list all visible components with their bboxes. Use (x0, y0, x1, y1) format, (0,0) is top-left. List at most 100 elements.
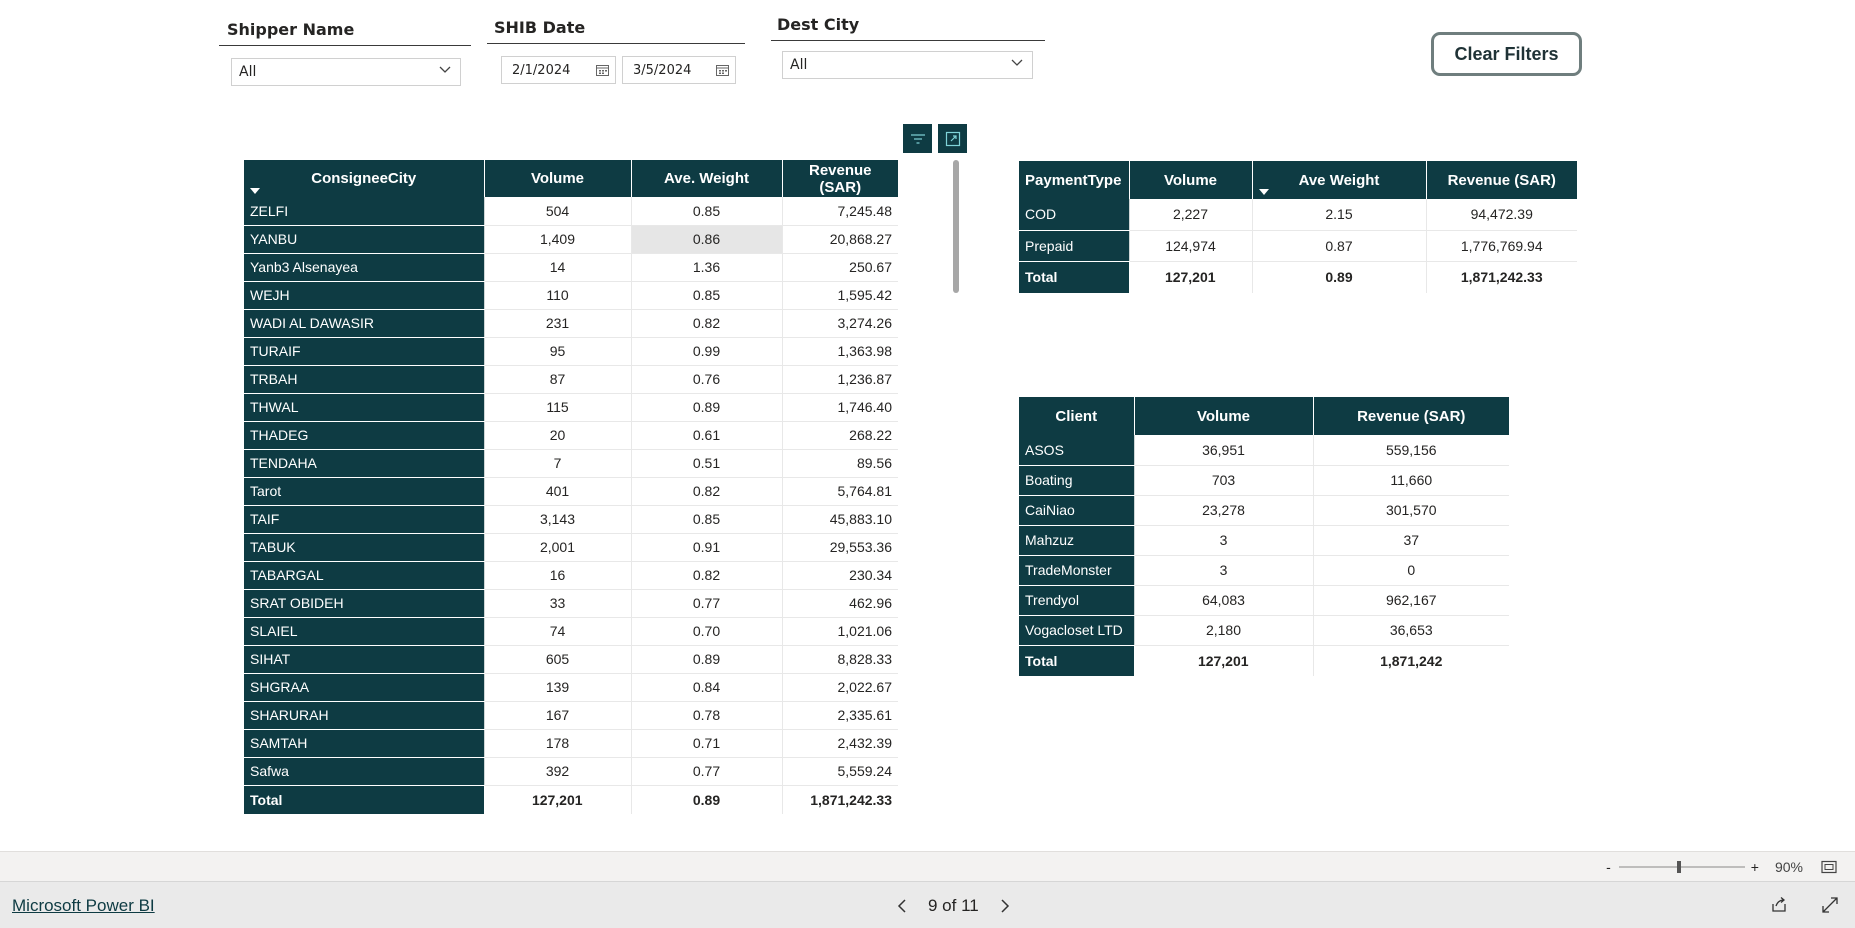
column-header-volume[interactable]: Volume (484, 160, 632, 197)
table-cell[interactable]: 2,227 (1129, 199, 1253, 231)
table-cell[interactable]: 3 (1134, 525, 1314, 556)
table-row[interactable]: WADI AL DAWASIR 231 0.82 3,274.26 (244, 309, 898, 338)
table-cell[interactable]: 110 (484, 281, 632, 310)
row-header-cell[interactable]: Vogacloset LTD (1019, 615, 1135, 646)
zoom-slider[interactable] (1617, 860, 1747, 874)
table-row[interactable]: Tarot 401 0.82 5,764.81 (244, 477, 898, 506)
column-header-revenue[interactable]: Revenue (SAR) (782, 160, 898, 197)
table-cell[interactable]: 178 (484, 729, 632, 758)
column-header-volume[interactable]: Volume (1134, 397, 1314, 435)
row-header-cell[interactable]: SHGRAA (244, 673, 485, 702)
table-cell[interactable]: 0.82 (631, 561, 783, 590)
table-cell[interactable]: 45,883.10 (782, 505, 898, 534)
row-header-cell[interactable]: Boating (1019, 465, 1135, 496)
zoom-in-button[interactable]: + (1747, 859, 1767, 875)
table-row[interactable]: TRBAH 87 0.76 1,236.87 (244, 365, 898, 394)
row-header-cell[interactable]: TAIF (244, 505, 485, 534)
table-row[interactable]: COD 2,227 2.15 94,472.39 (1019, 199, 1577, 231)
table-row[interactable]: Boating 703 11,660 (1019, 465, 1509, 496)
table-row[interactable]: THWAL 115 0.89 1,746.40 (244, 393, 898, 422)
row-header-cell[interactable]: Mahzuz (1019, 525, 1135, 556)
table-cell[interactable]: 167 (484, 701, 632, 730)
row-header-cell[interactable]: SIHAT (244, 645, 485, 674)
table-cell[interactable]: 0.99 (631, 337, 783, 366)
table-cell[interactable]: 23,278 (1134, 495, 1314, 526)
filter-button[interactable] (903, 124, 932, 153)
table-cell[interactable]: 250.67 (782, 253, 898, 282)
table-cell[interactable]: 392 (484, 757, 632, 786)
table-cell[interactable]: 559,156 (1313, 435, 1509, 466)
row-header-cell[interactable]: TURAIF (244, 337, 485, 366)
table-cell[interactable]: 20,868.27 (782, 225, 898, 254)
column-header-volume[interactable]: Volume (1129, 161, 1253, 199)
table-cell[interactable]: 1.36 (631, 253, 783, 282)
previous-page-button[interactable] (890, 894, 914, 918)
clear-filters-button[interactable]: Clear Filters (1431, 32, 1582, 76)
table-cell[interactable]: 29,553.36 (782, 533, 898, 562)
shipper-name-dropdown[interactable]: All (231, 58, 461, 86)
focus-mode-button[interactable] (938, 124, 967, 153)
table-cell[interactable]: 3 (1134, 555, 1314, 586)
table-cell[interactable]: 115 (484, 393, 632, 422)
table-cell[interactable]: 268.22 (782, 421, 898, 450)
zoom-out-button[interactable]: - (1600, 859, 1617, 875)
share-icon[interactable] (1770, 896, 1788, 914)
table-row[interactable]: TABUK 2,001 0.91 29,553.36 (244, 533, 898, 562)
table-cell[interactable]: 703 (1134, 465, 1314, 496)
table-cell[interactable]: 1,363.98 (782, 337, 898, 366)
dest-city-dropdown[interactable]: All (782, 51, 1033, 79)
table-cell[interactable]: 2,022.67 (782, 673, 898, 702)
table-row[interactable]: CaiNiao 23,278 301,570 (1019, 495, 1509, 526)
table-row[interactable]: SHGRAA 139 0.84 2,022.67 (244, 673, 898, 702)
next-page-button[interactable] (993, 894, 1017, 918)
table-cell[interactable]: 1,236.87 (782, 365, 898, 394)
table-cell[interactable]: 962,167 (1313, 585, 1509, 616)
column-header-payment-type[interactable]: PaymentType (1019, 161, 1130, 199)
column-header-consignee-city[interactable]: ConsigneeCity (244, 160, 485, 197)
table-cell[interactable]: 37 (1313, 525, 1509, 556)
power-bi-link[interactable]: Microsoft Power BI (12, 896, 155, 916)
calendar-icon[interactable] (716, 64, 729, 76)
row-header-cell[interactable]: WEJH (244, 281, 485, 310)
row-header-cell[interactable]: YANBU (244, 225, 485, 254)
table-cell[interactable]: 124,974 (1129, 230, 1253, 262)
table-row[interactable]: Vogacloset LTD 2,180 36,653 (1019, 615, 1509, 646)
table-cell[interactable]: 89.56 (782, 449, 898, 478)
table-cell[interactable]: 2,335.61 (782, 701, 898, 730)
table-cell[interactable]: 64,083 (1134, 585, 1314, 616)
table-cell[interactable]: 0.85 (631, 505, 783, 534)
table-cell[interactable]: 5,764.81 (782, 477, 898, 506)
table-cell[interactable]: 36,653 (1313, 615, 1509, 646)
table-cell[interactable]: 94,472.39 (1426, 199, 1577, 231)
table-cell[interactable]: 0.77 (631, 757, 783, 786)
table-cell[interactable]: 0.70 (631, 617, 783, 646)
table-cell[interactable]: 605 (484, 645, 632, 674)
table-cell[interactable]: 20 (484, 421, 632, 450)
table-cell[interactable]: 401 (484, 477, 632, 506)
table-cell[interactable]: 0.82 (631, 309, 783, 338)
row-header-cell[interactable]: ZELFI (244, 197, 485, 226)
table-cell[interactable]: 7,245.48 (782, 197, 898, 226)
row-header-cell[interactable]: CaiNiao (1019, 495, 1135, 526)
table-row[interactable]: TENDAHA 7 0.51 89.56 (244, 449, 898, 478)
table-row[interactable]: Prepaid 124,974 0.87 1,776,769.94 (1019, 230, 1577, 262)
table-cell[interactable]: 74 (484, 617, 632, 646)
table-scrollbar[interactable] (953, 160, 959, 293)
row-header-cell[interactable]: SHARURAH (244, 701, 485, 730)
row-header-cell[interactable]: Trendyol (1019, 585, 1135, 616)
table-row[interactable]: TURAIF 95 0.99 1,363.98 (244, 337, 898, 366)
table-cell[interactable]: 1,409 (484, 225, 632, 254)
table-cell[interactable]: 0.89 (631, 393, 783, 422)
table-cell[interactable]: 0 (1313, 555, 1509, 586)
table-row[interactable]: SRAT OBIDEH 33 0.77 462.96 (244, 589, 898, 618)
row-header-cell[interactable]: TradeMonster (1019, 555, 1135, 586)
row-header-cell[interactable]: TENDAHA (244, 449, 485, 478)
table-row[interactable]: WEJH 110 0.85 1,595.42 (244, 281, 898, 310)
table-row[interactable]: Yanb3 Alsenayea 14 1.36 250.67 (244, 253, 898, 282)
table-row[interactable]: TABARGAL 16 0.82 230.34 (244, 561, 898, 590)
fullscreen-icon[interactable] (1821, 896, 1839, 914)
table-row[interactable]: SAMTAH 178 0.71 2,432.39 (244, 729, 898, 758)
table-cell[interactable]: 2,001 (484, 533, 632, 562)
table-cell[interactable]: 504 (484, 197, 632, 226)
column-header-revenue[interactable]: Revenue (SAR) (1313, 397, 1509, 435)
